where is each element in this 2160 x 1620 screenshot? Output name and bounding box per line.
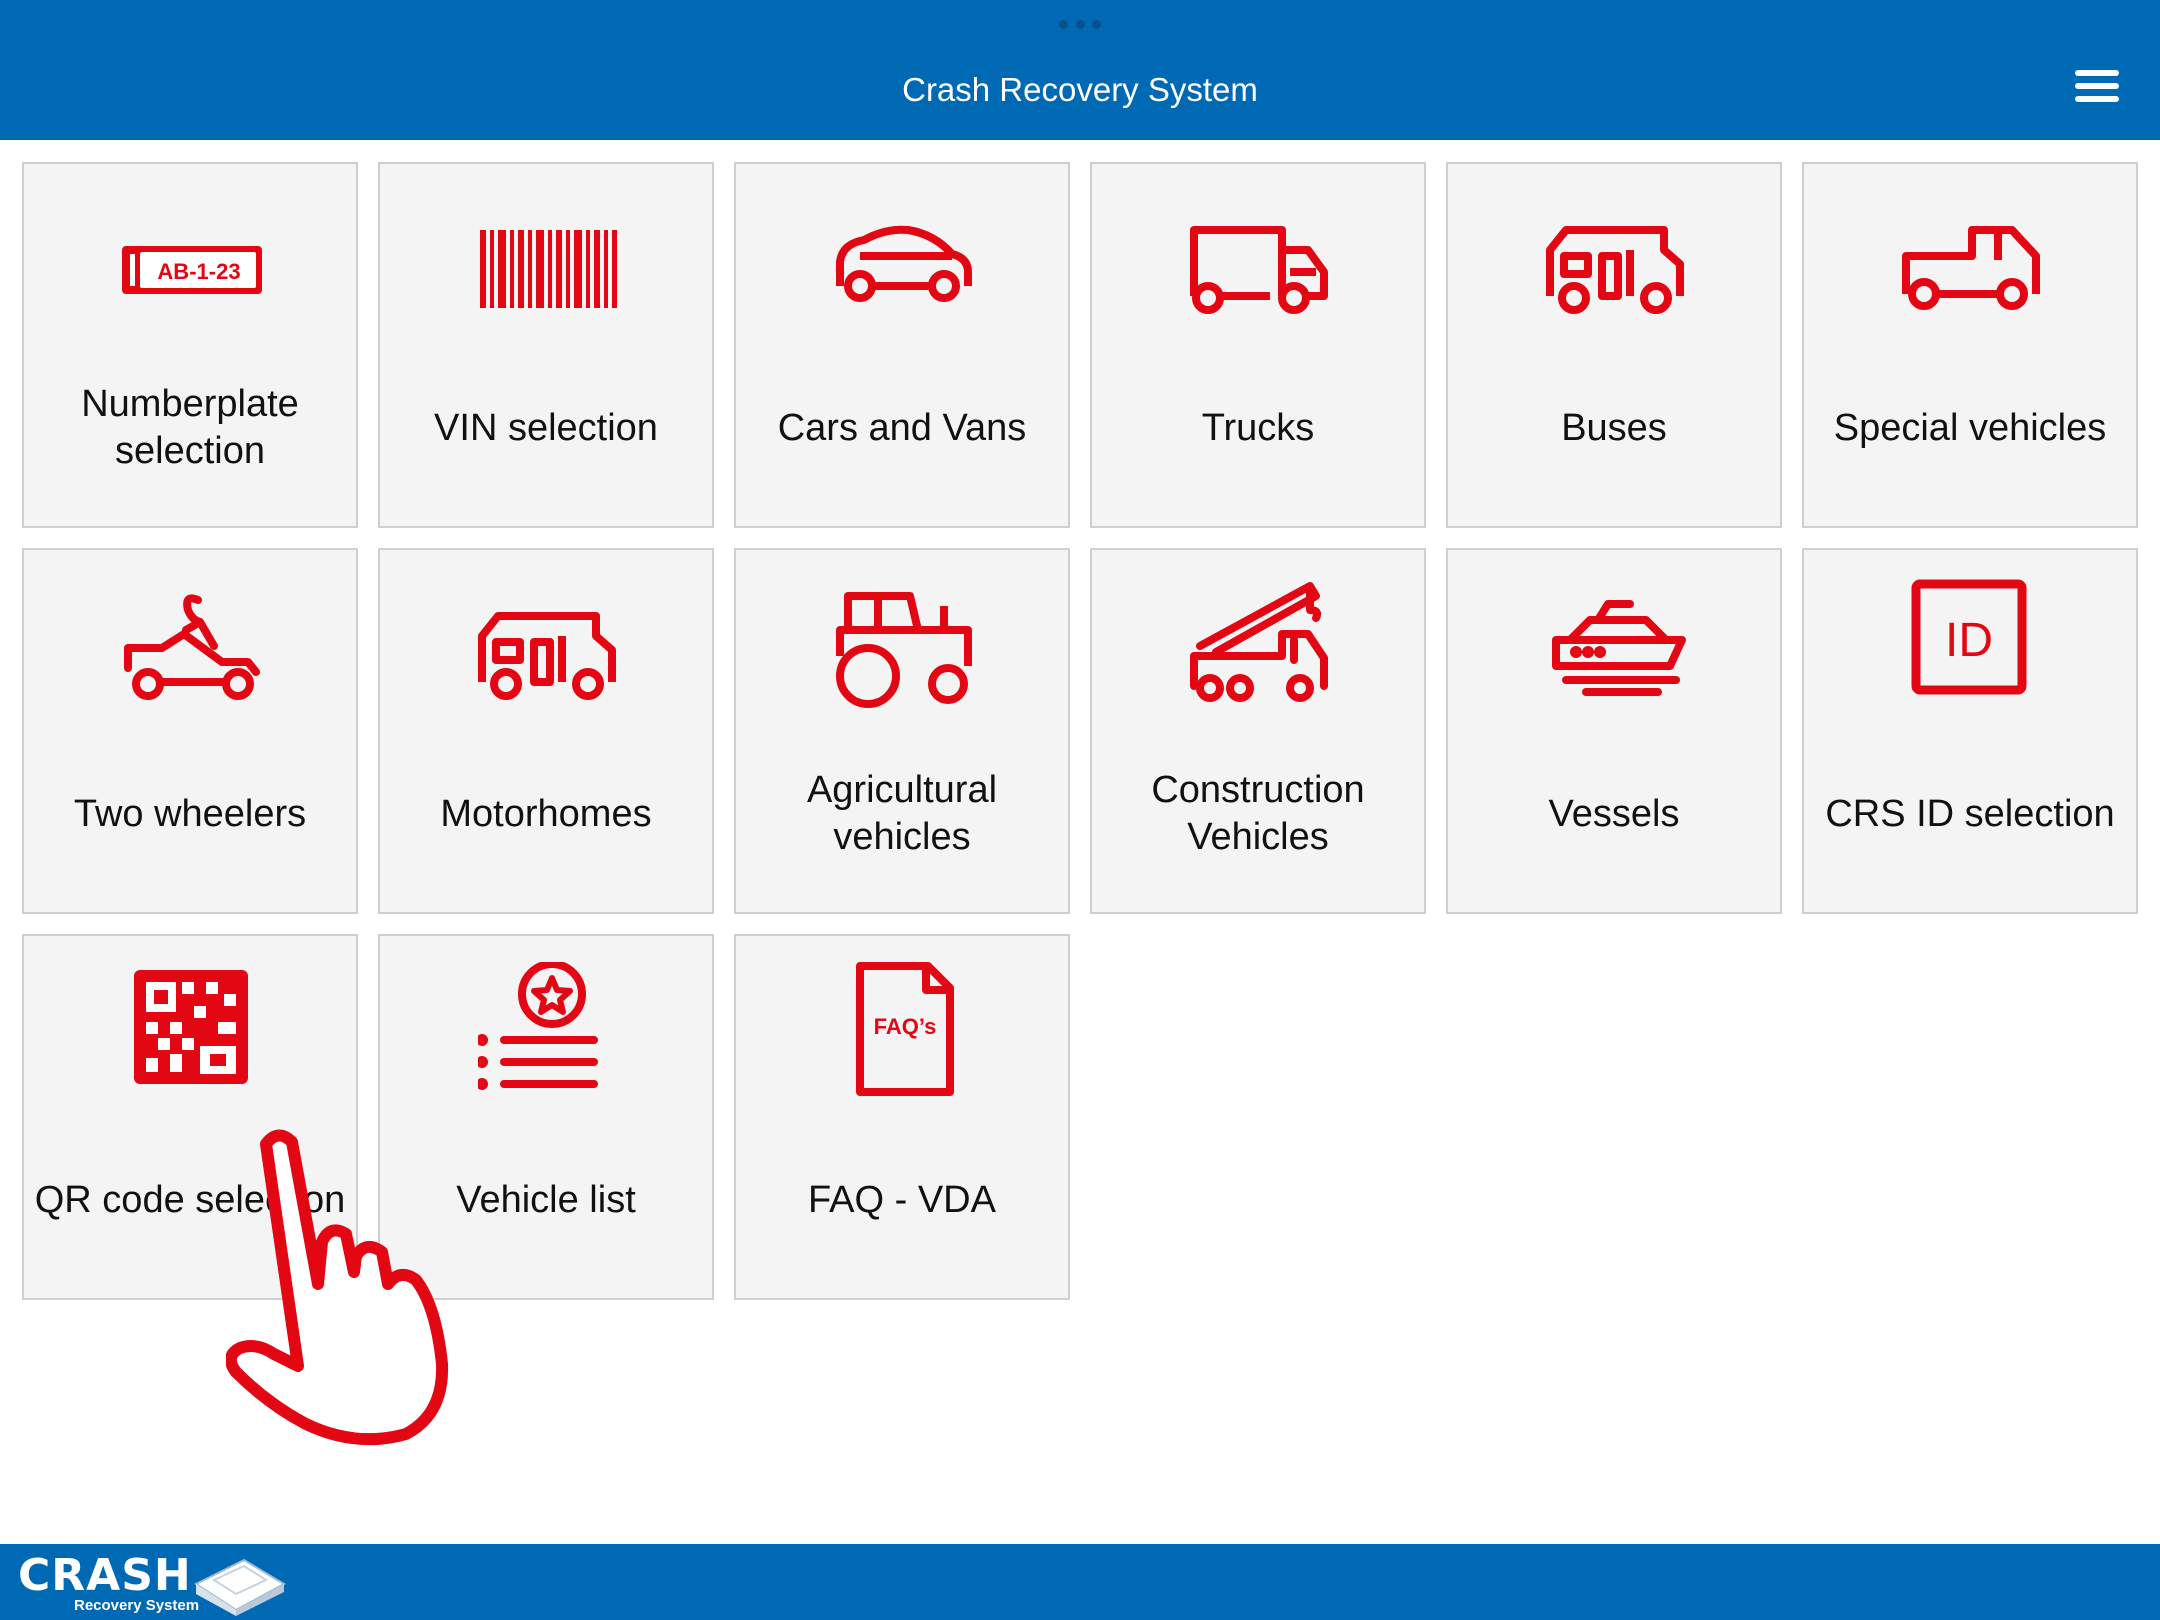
tile-label: Agricultural vehicles — [806, 769, 998, 858]
tile-label: VIN selection — [434, 406, 658, 449]
window-grabber[interactable] — [1059, 20, 1101, 30]
tile-label: Vehicle list — [456, 1178, 636, 1221]
app-footer: CRASH Recovery System — [0, 1544, 2160, 1620]
truck-icon — [1190, 190, 1330, 330]
motorcycle-icon — [122, 576, 262, 716]
favorite-list-icon — [478, 962, 618, 1102]
qr-code-icon — [122, 962, 262, 1102]
car-icon — [834, 190, 974, 330]
tile-motorhomes[interactable]: Motorhomes — [378, 548, 714, 914]
tile-label: QR code selection — [34, 1178, 346, 1221]
car-box-icon — [193, 1558, 286, 1616]
motorhome-icon — [478, 576, 618, 716]
tile-construction-vehicles[interactable]: Construction Vehicles — [1090, 548, 1426, 914]
tile-special-vehicles[interactable]: Special vehicles — [1802, 162, 2138, 528]
tile-label: FAQ - VDA — [808, 1178, 996, 1221]
vehicle-category-grid: AB-1-23 Numberplate selection VIN select… — [22, 162, 2140, 1302]
barcode-icon — [478, 190, 618, 330]
svg-text:ID: ID — [1945, 614, 1993, 667]
tile-label: Vessels — [1548, 792, 1680, 835]
id-icon: ID — [1902, 576, 2042, 716]
tile-qr-code-selection[interactable]: QR code selection — [22, 934, 358, 1300]
tile-label: CRS ID selection — [1825, 792, 2115, 835]
tile-vessels[interactable]: Vessels — [1446, 548, 1782, 914]
tile-vehicle-list[interactable]: Vehicle list — [378, 934, 714, 1300]
tile-label: Special vehicles — [1833, 406, 2107, 449]
tile-vin-selection[interactable]: VIN selection — [378, 162, 714, 528]
crane-truck-icon — [1190, 576, 1330, 716]
tile-crs-id-selection[interactable]: ID CRS ID selection — [1802, 548, 2138, 914]
tile-label: Trucks — [1201, 406, 1315, 449]
app-header: Crash Recovery System — [0, 0, 2160, 140]
tile-label: Motorhomes — [440, 792, 652, 835]
tile-trucks[interactable]: Trucks — [1090, 162, 1426, 528]
tile-two-wheelers[interactable]: Two wheelers — [22, 548, 358, 914]
tile-label: Construction Vehicles — [1151, 769, 1365, 858]
app-title: Crash Recovery System — [902, 71, 1258, 108]
hamburger-menu-icon[interactable] — [2075, 70, 2121, 106]
tile-agricultural-vehicles[interactable]: Agricultural vehicles — [734, 548, 1070, 914]
tile-label: Buses — [1561, 406, 1667, 449]
tractor-icon — [834, 576, 974, 716]
tile-label: Cars and Vans — [777, 406, 1027, 449]
faq-document-icon: FAQ’s — [834, 962, 974, 1102]
tile-label: Two wheelers — [73, 792, 307, 835]
pickup-truck-icon — [1902, 190, 2042, 330]
svg-text:FAQ’s: FAQ’s — [874, 1014, 937, 1039]
tile-buses[interactable]: Buses — [1446, 162, 1782, 528]
bus-icon — [1546, 190, 1686, 330]
numberplate-icon: AB-1-23 — [122, 190, 262, 330]
tile-numberplate-selection[interactable]: AB-1-23 Numberplate selection — [22, 162, 358, 528]
boat-icon — [1546, 576, 1686, 716]
tile-faq-vda[interactable]: FAQ’s FAQ - VDA — [734, 934, 1070, 1300]
tile-label: Numberplate selection — [81, 383, 299, 472]
svg-text:AB-1-23: AB-1-23 — [157, 259, 240, 284]
tile-cars-and-vans[interactable]: Cars and Vans — [734, 162, 1070, 528]
crash-recovery-system-logo: CRASH Recovery System — [18, 1554, 288, 1616]
